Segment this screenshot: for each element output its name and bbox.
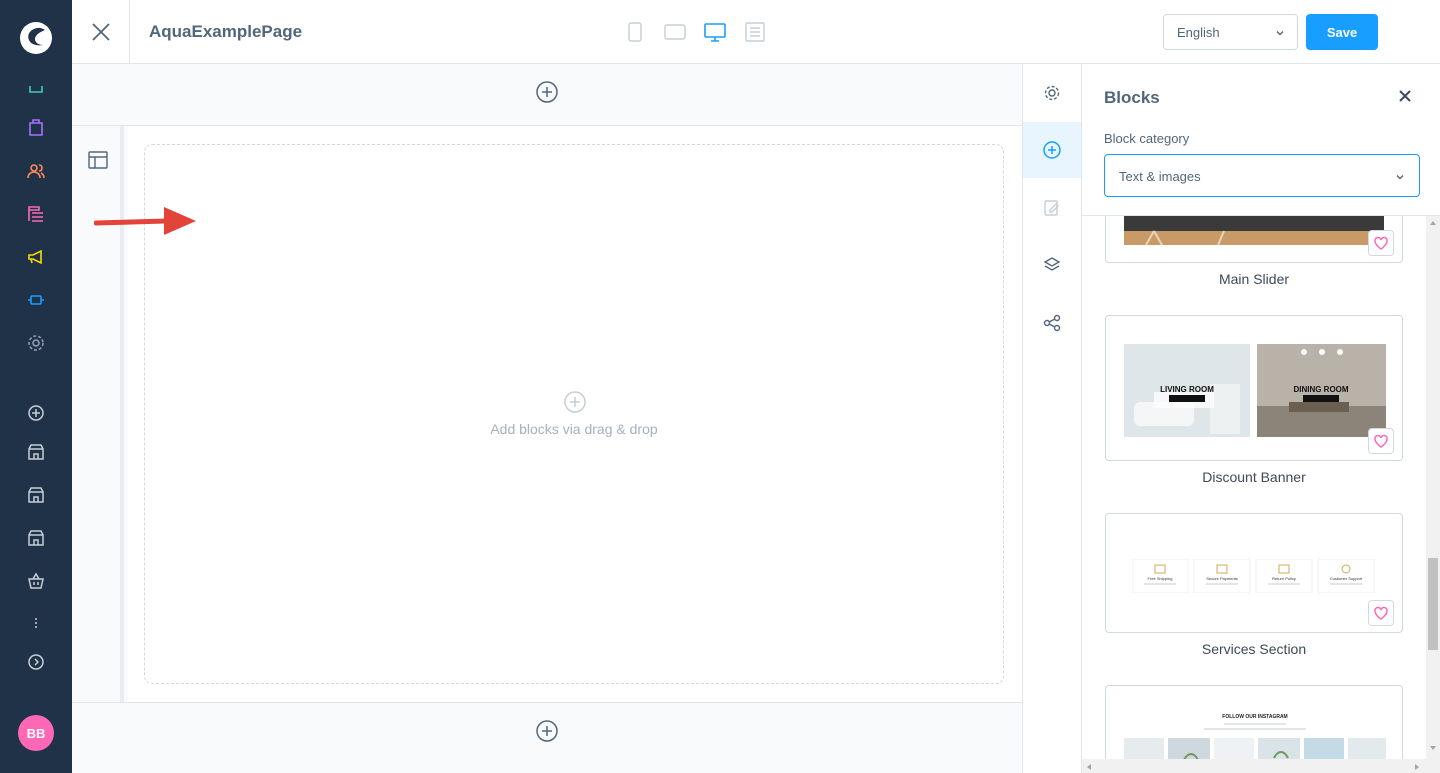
edit-block-tab[interactable] — [1023, 180, 1081, 236]
chevron-down-icon — [1396, 175, 1404, 180]
dining-room-tile-text: DINING ROOM — [1293, 385, 1348, 394]
heart-icon — [1374, 434, 1388, 448]
user-avatar[interactable]: BB — [18, 715, 54, 751]
dashboard-icon[interactable] — [24, 76, 48, 100]
storefront-icon[interactable] — [24, 483, 48, 507]
block-category-label: Block category — [1104, 131, 1190, 146]
share-nodes-icon — [1043, 314, 1061, 332]
service-item-text: Free Shipping — [1148, 576, 1173, 581]
expand-menu-icon[interactable] — [24, 650, 48, 674]
customers-icon[interactable] — [24, 159, 48, 183]
service-item-text: Return Policy — [1272, 576, 1296, 581]
services-section-thumbnail: Free Shipping Secure Payments Return Pol… — [1132, 559, 1375, 593]
close-panel-button[interactable] — [1398, 89, 1412, 108]
block-label: Discount Banner — [1202, 469, 1306, 485]
block-dropzone[interactable]: Add blocks via drag & drop — [144, 144, 1004, 684]
save-button[interactable]: Save — [1306, 14, 1378, 50]
close-icon — [1399, 90, 1411, 102]
favorite-button[interactable] — [1368, 428, 1394, 454]
add-sales-channel-icon[interactable] — [24, 401, 48, 425]
add-blocks-tab[interactable] — [1023, 122, 1081, 178]
tablet-view-icon[interactable] — [664, 20, 686, 44]
discount-banner-thumbnail: LIVING ROOM DINING ROOM — [1124, 344, 1386, 437]
storefront-icon[interactable] — [24, 440, 48, 464]
layers-tab[interactable] — [1023, 237, 1081, 293]
plus-circle-icon — [563, 390, 587, 419]
instagram-thumbnail: FOLLOW OUR INSTAGRAM — [1124, 714, 1386, 761]
section-layout-icon[interactable] — [88, 150, 108, 175]
panel-title: Blocks — [1104, 88, 1160, 107]
chevron-down-icon — [1276, 31, 1284, 36]
content-list-icon[interactable] — [24, 202, 48, 226]
assignment-tab[interactable] — [1023, 295, 1081, 351]
instagram-title-text: FOLLOW OUR INSTAGRAM — [1222, 714, 1287, 720]
gear-icon — [1044, 85, 1060, 101]
living-room-tile-text: LIVING ROOM — [1160, 385, 1214, 394]
service-item-text: Secure Payments — [1206, 576, 1238, 581]
scroll-down-icon[interactable] — [1429, 745, 1437, 751]
scrollbar-thumb[interactable] — [1428, 558, 1438, 650]
edit-document-icon — [1044, 200, 1059, 216]
block-category-select[interactable]: Text & images — [1104, 154, 1420, 197]
annotation-arrow-icon — [94, 207, 196, 235]
scroll-left-icon[interactable] — [1086, 763, 1092, 771]
section-content: Add blocks via drag & drop — [128, 126, 1022, 702]
desktop-view-icon[interactable] — [704, 20, 726, 44]
editor-topbar: AquaExamplePage English Save — [72, 0, 1440, 64]
more-vertical-icon[interactable] — [24, 611, 48, 635]
block-card-main-slider[interactable] — [1105, 216, 1403, 263]
block-label: Main Slider — [1218, 271, 1290, 287]
block-card-discount-banner[interactable]: LIVING ROOM DINING ROOM — [1105, 315, 1403, 461]
scroll-right-icon[interactable] — [1414, 763, 1420, 771]
block-card-services-section[interactable]: Free Shipping Secure Payments Return Pol… — [1105, 513, 1403, 633]
plus-circle-icon — [536, 720, 558, 742]
marketing-megaphone-icon[interactable] — [24, 245, 48, 269]
layers-icon — [1043, 257, 1061, 271]
page-canvas: Add blocks via drag & drop — [72, 64, 1022, 773]
settings-tab[interactable] — [1023, 65, 1081, 121]
panel-horizontal-scrollbar[interactable] — [1082, 759, 1426, 773]
favorite-button[interactable] — [1368, 230, 1394, 256]
close-icon — [91, 22, 110, 41]
close-editor-button[interactable] — [72, 0, 130, 63]
viewport-switcher — [624, 20, 766, 44]
main-navigation: BB — [0, 0, 72, 773]
form-view-icon[interactable] — [744, 20, 766, 44]
plus-circle-icon — [1043, 141, 1061, 159]
heart-icon — [1374, 236, 1388, 250]
page-title: AquaExamplePage — [149, 22, 303, 41]
block-category-value: Text & images — [1119, 169, 1201, 184]
settings-gear-icon[interactable] — [24, 331, 48, 355]
add-section-bottom-button[interactable] — [535, 719, 559, 748]
main-slider-thumbnail — [1124, 216, 1384, 245]
service-item-text: Customer Support — [1330, 576, 1363, 581]
basket-icon[interactable] — [24, 569, 48, 593]
mobile-view-icon[interactable] — [624, 20, 646, 44]
plus-circle-icon — [536, 81, 558, 103]
add-section-top-button[interactable] — [535, 80, 559, 109]
language-value: English — [1177, 25, 1220, 40]
sidebar-toolbar — [1022, 64, 1082, 773]
language-select[interactable]: English — [1163, 14, 1298, 50]
favorite-button[interactable] — [1368, 600, 1394, 626]
block-label: Services Section — [1201, 641, 1307, 657]
catalogue-bag-icon[interactable] — [24, 115, 48, 139]
scroll-up-icon[interactable] — [1429, 220, 1437, 226]
block-card-instagram[interactable]: FOLLOW OUR INSTAGRAM — [1105, 685, 1403, 761]
blocks-panel: Blocks Block category Text & images Main… — [1082, 64, 1440, 773]
storefront-icon[interactable] — [24, 526, 48, 550]
section-divider — [72, 702, 1022, 703]
panel-vertical-scrollbar[interactable] — [1426, 216, 1440, 773]
heart-icon — [1374, 606, 1388, 620]
extensions-plug-icon[interactable] — [24, 288, 48, 312]
block-list: Main Slider LIVING ROOM DINING ROOM Disc… — [1082, 216, 1426, 761]
shopware-logo-icon[interactable] — [18, 20, 54, 56]
dropzone-text: Add blocks via drag & drop — [490, 421, 658, 437]
